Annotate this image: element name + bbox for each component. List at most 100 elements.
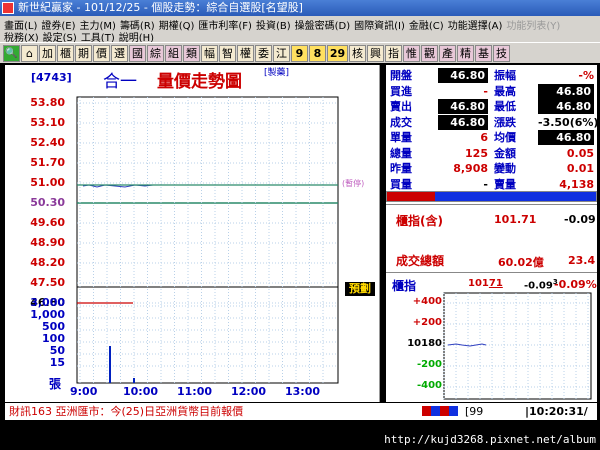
search-icon[interactable]: 🔍 [3, 44, 20, 62]
clock: |10:20:31/ [525, 405, 588, 418]
toolbar-button[interactable]: 基 [475, 44, 492, 62]
title-bar: 新世紀贏家 - 101/12/25 - 個股走勢：綜合自選股[名望股] [0, 0, 600, 16]
menu-item[interactable]: 功能選擇(A) [448, 17, 503, 32]
toolbar-button[interactable]: 江 [273, 44, 290, 62]
toolbar-button[interactable]: 權 [237, 44, 254, 62]
volume-unit: 張 [49, 377, 62, 391]
toolbar-buttons: 加櫃期價選國綜組類幅智權委江 9 8 29 核興指惟觀產精基技 [39, 44, 510, 62]
price-tick-label: 48.20 [30, 256, 65, 269]
quote-label: 成交 [390, 115, 412, 129]
toolbar-button[interactable]: 加 [39, 44, 56, 62]
toolbar-button[interactable]: 產 [439, 44, 456, 62]
toolbar-button[interactable]: 選 [111, 44, 128, 62]
menu-item: 功能列表(Y) [506, 21, 561, 32]
preview-badge[interactable]: 預劃 [345, 282, 375, 296]
toolbar-button[interactable]: 興 [367, 44, 384, 62]
quote-value: 46.80 [438, 114, 488, 130]
quote-label: 變動 [494, 162, 516, 175]
quote-label: 買進 [390, 84, 412, 98]
status-bar: 財訊163 亞洲匯市：今(25)日亞洲貨幣目前報價 [99 |10:20:31/ [5, 403, 597, 420]
quote-value: -% [578, 69, 594, 82]
quote-label: 開盤 [390, 69, 412, 82]
chart-pane: [4743] 合一 量價走勢圖 [製藥] 53.80 53.10 52.40 51.7… [5, 65, 380, 402]
toolbar-button[interactable]: 29 [327, 44, 348, 62]
toolbar-button[interactable]: 智 [219, 44, 236, 62]
mini-tick-label: +200 [412, 317, 442, 328]
toolbar-button[interactable]: 期 [75, 44, 92, 62]
quote-label: 賣量 [494, 177, 516, 191]
volume-bar [133, 378, 135, 383]
quote-label: 振幅 [494, 69, 516, 82]
toolbar-button[interactable]: 價 [93, 44, 110, 62]
quote-label: 均價 [494, 131, 516, 144]
quote-value: 46.80 [538, 99, 594, 114]
quote-value: - [483, 84, 488, 98]
quote-label: 最低 [494, 100, 516, 113]
price-tick-label: 53.80 [30, 96, 65, 109]
signal-bar [422, 406, 458, 416]
quote-value: 0.05 [566, 146, 594, 160]
mini-index-change: -0.093 [524, 278, 558, 292]
index-label: 櫃指(含) [396, 214, 443, 228]
turnover-extra: 23.4 [568, 254, 596, 267]
menu-item[interactable]: 金融(C) [409, 17, 444, 32]
quote-value: - [483, 177, 488, 191]
plot-frame [76, 96, 339, 384]
menu-item[interactable]: 期權(Q) [159, 17, 195, 32]
toolbar-button[interactable]: 委 [255, 44, 272, 62]
quote-value: 125 [465, 146, 488, 160]
mini-tick-label: 10180 [407, 338, 442, 349]
toolbar-button[interactable]: 指 [385, 44, 402, 62]
quote-row: 賣出 46.80 最低 46.80 [386, 99, 597, 114]
price-tick-label: 51.70 [30, 156, 65, 169]
quote-value: 6 [480, 131, 488, 144]
index-change: -0.09 [564, 213, 596, 226]
mini-index-pct: -0.09% [554, 278, 597, 291]
quote-row: 成交 46.80 漲跌 -3.50(6%) [386, 114, 598, 130]
menu-bar: 畫面(L) 證券(E) 主力(M) 籌碼(R) 期權(Q) 匯市利率(F) 投資(B) 操盤密… [0, 16, 600, 44]
bid-ask-bar [386, 191, 597, 202]
halt-label: (暫停) [342, 179, 365, 188]
menu-item[interactable]: 國際資訊(I) [354, 17, 405, 32]
price-tick-label: 49.60 [30, 216, 65, 229]
quote-label: 昨量 [390, 162, 412, 175]
price-tick-label: 53.10 [30, 116, 65, 129]
quote-value: 46.80 [538, 130, 594, 145]
price-tick-label: 48.90 [30, 236, 65, 249]
quote-row: 開盤 46.80 振幅 -% [386, 68, 597, 83]
toolbar-button[interactable]: 組 [165, 44, 182, 62]
menu-item[interactable]: 投資(B) [256, 17, 291, 32]
news-ticker[interactable]: 財訊163 亞洲匯市：今(25)日亞洲貨幣目前報價 [9, 403, 243, 420]
time-tick-label: 9:00 [70, 385, 98, 398]
toolbar: 🔍 ⌂ 加櫃期價選國綜組類幅智權委江 9 8 29 核興指惟觀產精基技 [0, 42, 600, 63]
toolbar-button[interactable]: 觀 [421, 44, 438, 62]
time-tick-label: 13:00 [285, 385, 321, 398]
volume-tick-label: 15 [49, 356, 65, 369]
mini-tick-label: -200 [416, 359, 442, 370]
toolbar-button[interactable]: 核 [349, 44, 366, 62]
menu-item[interactable]: 匯市利率(F) [198, 17, 252, 32]
toolbar-button[interactable]: 綜 [147, 44, 164, 62]
menu-item[interactable]: 操盤密碼(D) [295, 17, 351, 32]
toolbar-button[interactable]: 惟 [403, 44, 420, 62]
toolbar-button[interactable]: 櫃 [57, 44, 74, 62]
quote-row: 買量 - 賣量 4,138 [386, 177, 597, 192]
page-indicator[interactable]: [99 [465, 403, 483, 420]
quote-label: 漲跌 [494, 115, 516, 129]
toolbar-button[interactable]: 類 [183, 44, 200, 62]
toolbar-button[interactable]: 9 [291, 44, 308, 62]
quote-label: 金額 [494, 146, 516, 160]
toolbar-button[interactable]: 幅 [201, 44, 218, 62]
quote-row: 昨量 8,908 變動 0.01 [386, 161, 597, 176]
toolbar-button[interactable]: 技 [493, 44, 510, 62]
mini-tick-label: +400 [412, 296, 442, 307]
quote-value: 8,908 [453, 162, 488, 175]
toolbar-button[interactable]: 精 [457, 44, 474, 62]
home-icon[interactable]: ⌂ [21, 44, 38, 62]
mini-index-value: 10171 [468, 278, 503, 289]
toolbar-button[interactable]: 8 [309, 44, 326, 62]
quote-label: 最高 [494, 84, 516, 98]
mini-tick-label: -400 [416, 380, 442, 391]
quote-label: 買量 [390, 177, 412, 191]
toolbar-button[interactable]: 國 [129, 44, 146, 62]
